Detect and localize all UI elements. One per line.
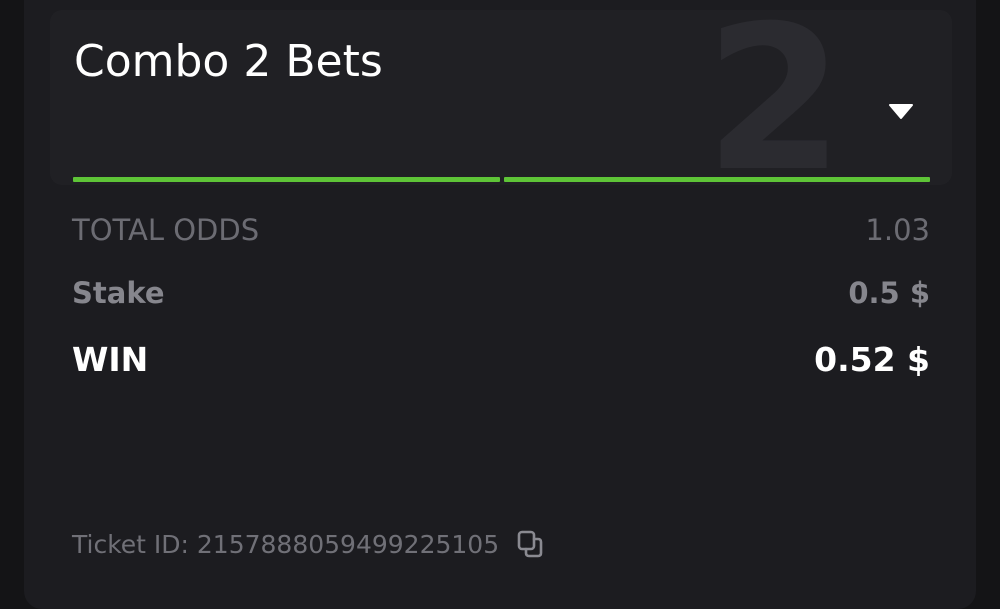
- total-odds-row: TOTAL ODDS 1.03: [72, 208, 930, 252]
- leg-progress-segment: [503, 177, 930, 182]
- legs-progress-bar: [73, 177, 930, 182]
- ticket-id-row: Ticket ID: 2157888059499225105: [72, 526, 547, 562]
- stake-row: Stake 0.5 $: [72, 272, 930, 314]
- bet-title: Combo 2 Bets: [74, 36, 383, 87]
- win-value: 0.52 $: [814, 339, 930, 379]
- win-label: WIN: [72, 339, 149, 379]
- stake-label: Stake: [72, 276, 165, 310]
- total-odds-label: TOTAL ODDS: [72, 213, 260, 247]
- leg-progress-segment: [73, 177, 500, 182]
- copy-icon[interactable]: [515, 528, 547, 560]
- win-row: WIN 0.52 $: [72, 336, 930, 382]
- bet-header[interactable]: 2 Combo 2 Bets: [50, 10, 952, 185]
- stake-value: 0.5 $: [848, 276, 930, 310]
- ticket-id: Ticket ID: 2157888059499225105: [72, 529, 500, 559]
- chevron-down-icon[interactable]: [888, 98, 914, 124]
- bet-count-watermark: 2: [704, 10, 844, 185]
- total-odds-value: 1.03: [865, 213, 930, 247]
